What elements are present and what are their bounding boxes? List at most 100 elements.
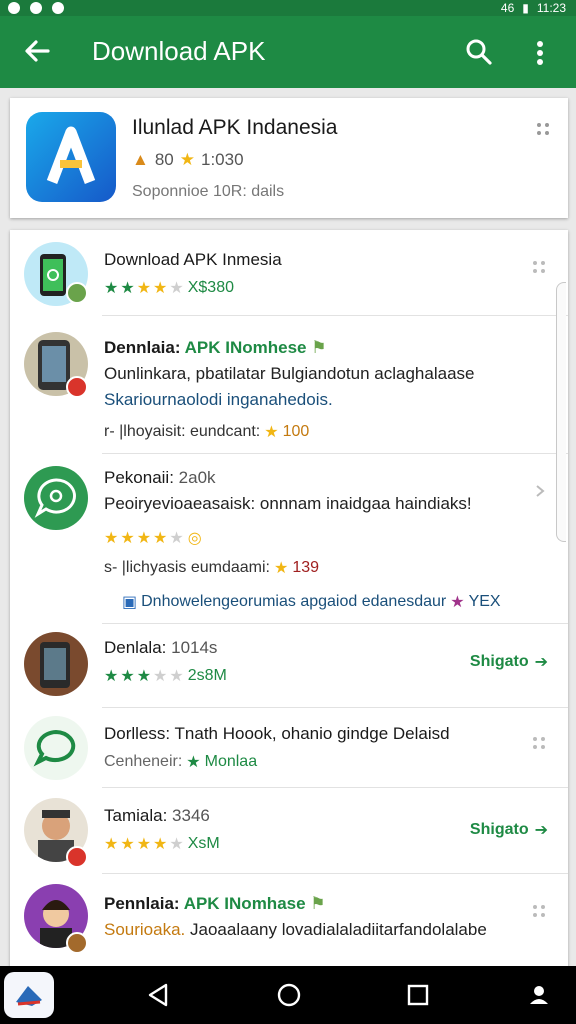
app-shortcut-icon <box>16 986 42 1006</box>
app-meta: XsM <box>187 835 220 852</box>
list-item[interactable]: Download APK Inmesia ★ ★ ★ ★ ★ X$380 <box>10 230 568 316</box>
app-stats-label: s- |lichyasis eumdaami: <box>104 559 270 576</box>
drag-handle-icon[interactable] <box>536 122 550 136</box>
flame-icon: ▲ <box>132 150 149 169</box>
scrollbar[interactable] <box>556 282 566 542</box>
app-shortcut[interactable] <box>4 972 54 1018</box>
app-avatar <box>24 632 88 696</box>
back-arrow-icon[interactable] <box>22 36 52 66</box>
app-title-prefix: Dennlaia: <box>104 338 181 357</box>
flag-icon: ⚑ <box>310 894 326 913</box>
nav-home-icon[interactable] <box>276 982 302 1008</box>
app-bar: Download APK <box>0 16 576 88</box>
app-sub-prefix: Cenheneir: <box>104 753 183 770</box>
rating-stars: ★ ★ ★ ★ ★ <box>104 530 184 547</box>
chat-bubble-icon <box>33 729 76 767</box>
nav-account-icon[interactable] <box>528 984 550 1006</box>
app-title-highlight: APK INomhese <box>184 338 307 357</box>
app-meta: X$380 <box>187 279 234 296</box>
featured-app-subtitle: Soponnioe 10R: dails <box>132 183 285 200</box>
app-title: Denlala: 1014s <box>104 638 217 658</box>
app-stats-row: s- |lichyasis eumdaami: ★ 139 <box>104 558 319 578</box>
list-item[interactable]: Pekonaii: 2a0k Peoiryevioaeasaisk: onnna… <box>10 454 568 624</box>
install-button[interactable]: Shigato ➔ <box>470 820 548 840</box>
chevron-right-icon[interactable] <box>534 484 546 498</box>
install-button[interactable]: Shigato ➔ <box>470 652 548 672</box>
app-stats-label: r- |lhoyaisit: eundcant: <box>104 423 261 440</box>
star-icon: ★ <box>179 150 195 169</box>
app-bar-title: Download APK <box>92 36 266 66</box>
status-badge <box>66 282 88 304</box>
list-item[interactable]: Denlala: 1014s ★ ★ ★ ★ ★ 2s8M Shigato ➔ <box>10 624 568 708</box>
install-button-label: Shigato <box>469 653 529 670</box>
more-vert-icon[interactable] <box>530 38 550 68</box>
notification-icon <box>30 2 42 14</box>
drag-handle-icon[interactable] <box>532 260 546 274</box>
app-avatar <box>24 716 88 780</box>
app-meta: 2s8M <box>187 667 227 684</box>
app-title-value: 3346 <box>172 806 210 825</box>
app-title-prefix: Pennlaia: <box>104 894 180 913</box>
app-description-link[interactable]: Skariournaolodi inganahedois. <box>104 390 333 410</box>
drag-handle-icon[interactable] <box>532 904 546 918</box>
arrow-right-icon: ➔ <box>534 654 548 671</box>
list-item[interactable]: Dennlaia: APK INomhese ⚑ Ounlinkara, pba… <box>10 316 568 454</box>
app-footer-text: Dnhowelengeorumias apgaiod edanesdaur <box>141 593 447 610</box>
drag-handle-icon[interactable] <box>532 736 546 750</box>
status-badge <box>66 932 88 954</box>
rating-value: 1:030 <box>201 150 244 169</box>
nav-back-icon[interactable] <box>146 982 170 1008</box>
app-title: Tamiala: 3346 <box>104 806 210 826</box>
rating-stars: ★ ★ ★ ★ ★ <box>104 280 184 297</box>
signal-label: 46 <box>500 1 515 15</box>
install-button-label: Shigato <box>469 821 529 838</box>
app-stats-row: r- |lhoyaisit: eundcant: ★ 100 <box>104 422 309 442</box>
app-title: Dennlaia: APK INomhese ⚑ <box>104 338 326 358</box>
featured-app-card[interactable]: Ilunlad APK Indanesia ▲ 80 ★ 1:030 Sopon… <box>10 98 568 218</box>
app-rating-row: ★ ★ ★ ★ ★ X$380 <box>104 278 234 298</box>
app-sub-value: Monlaa <box>204 753 258 770</box>
star-icon: ★ <box>186 754 201 771</box>
app-description: Peoiryevioaeasaisk: onnnam inaidgaa hain… <box>104 494 472 513</box>
featured-app-rating: ▲ 80 ★ 1:030 <box>132 150 244 170</box>
rating-stars: ★ ★ ★ ★ ★ <box>104 668 184 685</box>
app-title: Pennlaia: APK INomhase ⚑ <box>104 894 326 914</box>
app-description: Ounlinkara, pbatilatar Bulgiandotun acla… <box>104 364 475 383</box>
app-title-value: 1014s <box>171 638 218 657</box>
notification-icon <box>8 2 20 14</box>
star-icon: ★ <box>273 560 289 577</box>
search-icon[interactable] <box>464 37 494 67</box>
app-title: Pekonaii: 2a0k <box>104 468 216 488</box>
app-avatar <box>24 466 88 530</box>
app-rating-row: ★ ★ ★ ★ ★ XsM <box>104 834 220 854</box>
app-rating-row: ★ ★ ★ ★ ★ 2s8M <box>104 666 227 686</box>
status-badge <box>66 846 88 868</box>
list-item[interactable]: Dorlless: Tnath Hoook, ohanio gindge Del… <box>10 708 568 788</box>
list-item[interactable]: Tamiala: 3346 ★ ★ ★ ★ ★ XsM Shigato ➔ <box>10 788 568 874</box>
status-time: 11:23 <box>536 1 566 15</box>
app-footer-link[interactable]: ▣ Dnhowelengeorumias apgaiod edanesdaur … <box>122 592 501 612</box>
nav-recents-icon[interactable] <box>406 983 430 1007</box>
app-rating-row: ★ ★ ★ ★ ★ ◎ <box>104 528 202 548</box>
status-bar: 46 ▮ 11:23 <box>0 0 576 16</box>
chat-bubble-icon <box>34 478 76 518</box>
app-sub-row: Cenheneir: ★ Monlaa <box>104 752 257 772</box>
info-icon: ▣ <box>122 594 138 611</box>
app-title-highlight: APK INomhase <box>183 894 306 913</box>
app-description: Sourioaka. Jaoaalaany lovadialaladiitarf… <box>104 920 487 940</box>
rating-count: 80 <box>154 150 174 169</box>
flag-icon: ⚑ <box>311 338 327 357</box>
app-stats-value: 100 <box>282 423 310 440</box>
arrow-right-icon: ➔ <box>534 822 548 839</box>
smartphone-icon <box>40 642 70 688</box>
app-title-prefix: Tamiala: <box>104 806 168 825</box>
list-item[interactable]: Pennlaia: APK INomhase ⚑ Sourioaka. Jaoa… <box>10 874 568 970</box>
app-footer-tail: YEX <box>468 593 501 610</box>
app-stats-value: 139 <box>292 559 320 576</box>
star-icon: ★ <box>450 594 465 611</box>
coin-icon: ◎ <box>187 530 202 547</box>
featured-app-title: Ilunlad APK Indanesia <box>132 116 338 139</box>
app-sub-prefix: Sourioaka. <box>104 920 186 939</box>
app-list: Download APK Inmesia ★ ★ ★ ★ ★ X$380 Dennlai… <box>10 230 568 970</box>
star-icon: ★ <box>264 424 279 441</box>
